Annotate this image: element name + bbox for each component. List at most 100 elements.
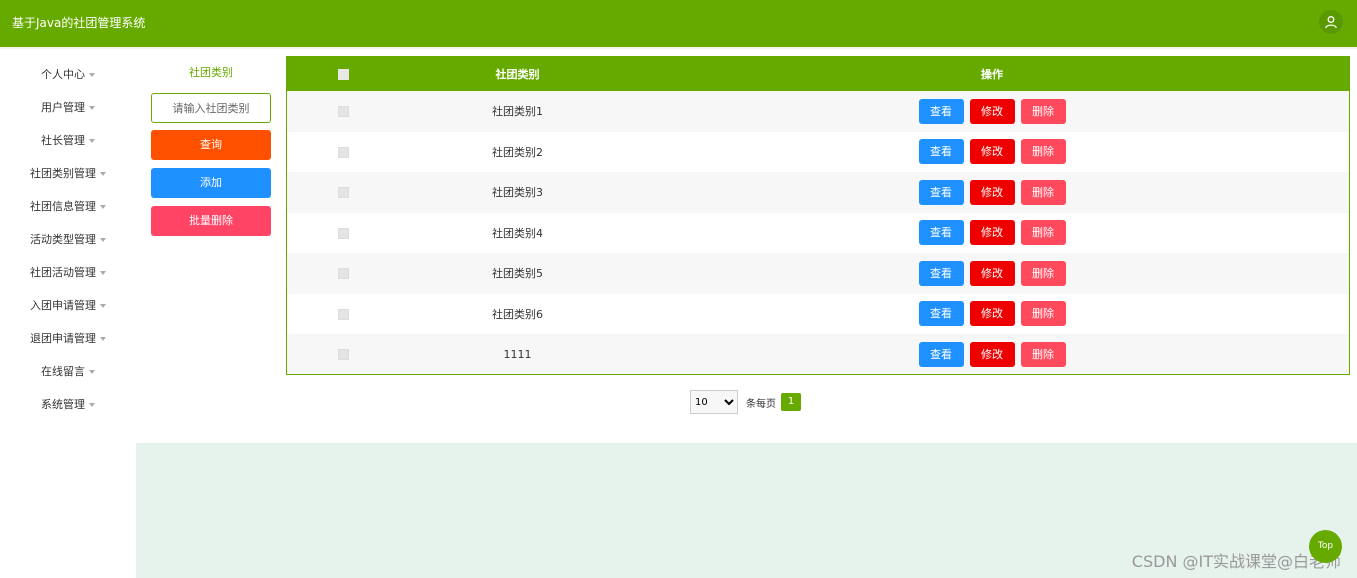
actions-cell: 查看 修改 删除 bbox=[635, 334, 1349, 374]
table-row: 社团类别6 查看 修改 删除 bbox=[287, 293, 1349, 335]
view-button[interactable]: 查看 bbox=[918, 98, 964, 124]
actions-cell: 查看 修改 删除 bbox=[635, 294, 1349, 335]
category-name-cell: 社团类别5 bbox=[492, 267, 543, 281]
back-to-top-button[interactable]: Top bbox=[1309, 530, 1342, 563]
view-button[interactable]: 查看 bbox=[918, 139, 964, 165]
actions-cell: 查看 修改 删除 bbox=[635, 213, 1349, 254]
bulk-delete-button[interactable]: 批量删除 bbox=[151, 206, 271, 236]
category-name-cell: 社团类别6 bbox=[492, 307, 543, 321]
sidebar-item-quit-application-management[interactable]: 退团申请管理 bbox=[0, 322, 136, 355]
top-navbar: 基于Java的社团管理系统 bbox=[0, 0, 1357, 47]
sidebar-item-label: 社团信息管理 bbox=[30, 200, 96, 213]
sidebar-item-club-info-management[interactable]: 社团信息管理 bbox=[0, 190, 136, 223]
sidebar-item-label: 活动类型管理 bbox=[30, 233, 96, 246]
sidebar-item-label: 社长管理 bbox=[41, 134, 85, 147]
view-button[interactable]: 查看 bbox=[918, 341, 964, 367]
row-checkbox[interactable] bbox=[338, 187, 349, 199]
sidebar-item-president-management[interactable]: 社长管理 bbox=[0, 124, 136, 157]
sidebar-item-label: 退团申请管理 bbox=[30, 332, 96, 345]
view-button[interactable]: 查看 bbox=[918, 260, 964, 286]
sidebar-item-system-management[interactable]: 系统管理 bbox=[0, 388, 136, 421]
caret-down-icon bbox=[89, 72, 95, 77]
category-name-cell: 社团类别3 bbox=[492, 186, 543, 200]
caret-down-icon bbox=[100, 237, 106, 242]
table-header-row: 社团类别 操作 bbox=[287, 57, 1349, 91]
sidebar-item-join-application-management[interactable]: 入团申请管理 bbox=[0, 289, 136, 322]
sidebar-item-label: 用户管理 bbox=[41, 101, 85, 114]
row-checkbox[interactable] bbox=[338, 268, 349, 280]
edit-button[interactable]: 修改 bbox=[969, 301, 1015, 327]
sidebar-item-label: 社团类别管理 bbox=[30, 167, 96, 180]
checkbox-cell bbox=[287, 172, 400, 213]
view-button[interactable]: 查看 bbox=[918, 179, 964, 205]
add-button[interactable]: 添加 bbox=[151, 168, 271, 198]
table-row: 社团类别4 查看 修改 删除 bbox=[287, 212, 1349, 254]
sidebar-item-label: 系统管理 bbox=[41, 398, 85, 411]
column-header-category: 社团类别 bbox=[495, 68, 540, 81]
row-checkbox[interactable] bbox=[338, 349, 349, 361]
delete-button[interactable]: 删除 bbox=[1020, 98, 1066, 124]
checkbox-cell bbox=[287, 253, 400, 294]
search-input[interactable] bbox=[151, 93, 271, 123]
caret-down-icon bbox=[89, 402, 95, 407]
sidebar-item-label: 个人中心 bbox=[41, 68, 85, 81]
sidebar-item-activity-type-management[interactable]: 活动类型管理 bbox=[0, 223, 136, 256]
query-button[interactable]: 查询 bbox=[151, 130, 271, 160]
row-checkbox[interactable] bbox=[338, 146, 349, 158]
checkbox-cell bbox=[287, 132, 400, 173]
actions-cell: 查看 修改 删除 bbox=[635, 132, 1349, 173]
app-title: 基于Java的社团管理系统 bbox=[12, 16, 146, 30]
delete-button[interactable]: 删除 bbox=[1020, 301, 1066, 327]
table-row: 1111 查看 修改 删除 bbox=[287, 334, 1349, 374]
column-header-actions: 操作 bbox=[981, 68, 1003, 81]
sidebar: 个人中心 用户管理 社长管理 社团类别管理 社团信息管理 活动类型管理 社团活动… bbox=[0, 58, 136, 421]
sidebar-item-label: 入团申请管理 bbox=[30, 299, 96, 312]
row-checkbox[interactable] bbox=[338, 227, 349, 239]
page-size-select[interactable]: 10 bbox=[690, 390, 738, 414]
header-divider bbox=[0, 47, 1357, 49]
select-all-cell bbox=[287, 57, 400, 91]
actions-cell: 查看 修改 删除 bbox=[635, 172, 1349, 213]
select-all-checkbox[interactable] bbox=[338, 69, 349, 80]
actions-cell: 查看 修改 删除 bbox=[635, 253, 1349, 294]
edit-button[interactable]: 修改 bbox=[969, 260, 1015, 286]
caret-down-icon bbox=[100, 336, 106, 341]
sidebar-item-user-management[interactable]: 用户管理 bbox=[0, 91, 136, 124]
sidebar-item-online-message[interactable]: 在线留言 bbox=[0, 355, 136, 388]
checkbox-cell bbox=[287, 213, 400, 254]
edit-button[interactable]: 修改 bbox=[969, 179, 1015, 205]
edit-button[interactable]: 修改 bbox=[969, 139, 1015, 165]
caret-down-icon bbox=[89, 105, 95, 110]
edit-button[interactable]: 修改 bbox=[969, 341, 1015, 367]
view-button[interactable]: 查看 bbox=[918, 220, 964, 246]
sidebar-item-club-category-management[interactable]: 社团类别管理 bbox=[0, 157, 136, 190]
caret-down-icon bbox=[100, 171, 106, 176]
delete-button[interactable]: 删除 bbox=[1020, 179, 1066, 205]
row-checkbox[interactable] bbox=[338, 106, 349, 118]
checkbox-cell bbox=[287, 334, 400, 374]
delete-button[interactable]: 删除 bbox=[1020, 341, 1066, 367]
user-icon[interactable] bbox=[1319, 10, 1343, 34]
delete-button[interactable]: 删除 bbox=[1020, 220, 1066, 246]
view-button[interactable]: 查看 bbox=[918, 301, 964, 327]
sidebar-item-label: 在线留言 bbox=[41, 365, 85, 378]
filter-label: 社团类别 bbox=[189, 66, 233, 79]
category-name-cell: 社团类别2 bbox=[492, 145, 543, 159]
caret-down-icon bbox=[100, 270, 106, 275]
table-row: 社团类别5 查看 修改 删除 bbox=[287, 253, 1349, 294]
delete-button[interactable]: 删除 bbox=[1020, 139, 1066, 165]
sidebar-item-label: 社团活动管理 bbox=[30, 266, 96, 279]
checkbox-cell bbox=[287, 294, 400, 335]
caret-down-icon bbox=[89, 138, 95, 143]
page-number-button[interactable]: 1 bbox=[781, 393, 801, 411]
pagination: 10 条每页 1 bbox=[690, 390, 801, 414]
edit-button[interactable]: 修改 bbox=[969, 220, 1015, 246]
edit-button[interactable]: 修改 bbox=[969, 98, 1015, 124]
row-checkbox[interactable] bbox=[338, 308, 349, 320]
caret-down-icon bbox=[100, 204, 106, 209]
table-row: 社团类别1 查看 修改 删除 bbox=[287, 91, 1349, 132]
sidebar-item-club-activity-management[interactable]: 社团活动管理 bbox=[0, 256, 136, 289]
delete-button[interactable]: 删除 bbox=[1020, 260, 1066, 286]
sidebar-item-personal-center[interactable]: 个人中心 bbox=[0, 58, 136, 91]
category-name-cell: 社团类别4 bbox=[492, 226, 543, 240]
